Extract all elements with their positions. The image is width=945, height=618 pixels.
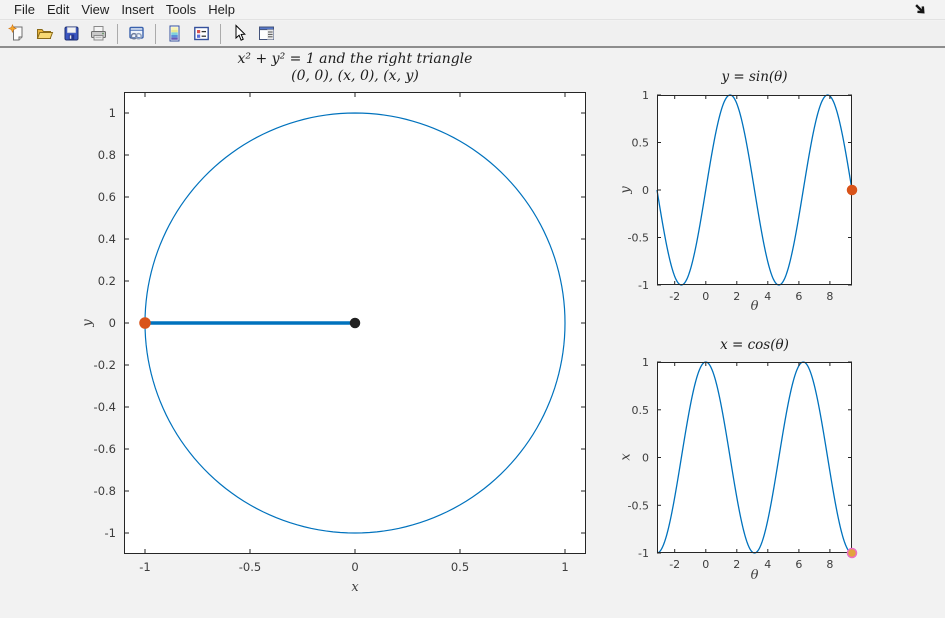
open-folder-button[interactable] [31,22,58,45]
main-plot-title-line1: x² + y² = 1 and the right triangle [124,51,586,68]
save-icon [62,24,81,43]
marker-origin-point[interactable] [351,319,360,328]
svg-text:-0.8: -0.8 [94,484,116,498]
sin-plot-axes[interactable]: -202468-1-0.500.51 [657,95,852,285]
main-plot-xlabel: x [124,580,586,595]
svg-text:-0.5: -0.5 [628,499,649,512]
plot-tools-icon [257,24,276,43]
print-button[interactable] [85,22,112,45]
cos-plot-ylabel: x [619,453,634,460]
svg-text:0.5: 0.5 [632,137,650,150]
marker-cos-theta-point[interactable] [848,549,857,558]
marker-sin-theta-point[interactable] [848,186,857,195]
insert-colorbar-button[interactable] [161,22,188,45]
link-plots-icon [127,24,146,43]
svg-text:0: 0 [109,316,116,330]
edit-plot-button[interactable] [226,22,253,45]
svg-text:-0.4: -0.4 [94,400,116,414]
insert-colorbar-icon [165,24,184,43]
mouse-cursor-icon [910,1,930,18]
svg-text:0.2: 0.2 [98,274,116,288]
menu-help[interactable]: Help [202,1,241,18]
new-document-button[interactable] [4,22,31,45]
svg-text:1: 1 [561,560,568,574]
toolbar-separator [117,24,118,44]
main-plot-ylabel: y [81,319,96,326]
plot-tools-button[interactable] [253,22,280,45]
svg-text:-1: -1 [638,547,649,560]
open-folder-icon [35,24,54,43]
sin-plot-title: y = sin(θ) [657,69,852,85]
cos-plot-axes[interactable]: -202468-1-0.500.51 [657,362,852,553]
svg-text:-0.5: -0.5 [239,560,261,574]
svg-text:0.8: 0.8 [98,148,116,162]
svg-text:-0.2: -0.2 [94,358,116,372]
menu-edit[interactable]: Edit [41,1,75,18]
marker-point-on-circle[interactable] [140,318,150,328]
figure-toolbar [0,21,945,48]
menu-file[interactable]: File [8,1,41,18]
menu-insert[interactable]: Insert [115,1,160,18]
cos-plot-xlabel: θ [657,568,852,583]
svg-text:1: 1 [642,89,649,102]
print-icon [89,24,108,43]
svg-text:0.4: 0.4 [98,232,116,246]
main-plot-axes[interactable]: -1-0.500.51-1-0.8-0.6-0.4-0.200.20.40.60… [124,92,586,554]
toolbar-separator [155,24,156,44]
svg-text:-1: -1 [105,526,116,540]
link-plots-button[interactable] [123,22,150,45]
new-document-icon [8,24,27,43]
svg-text:1: 1 [109,106,116,120]
menu-bar: File Edit View Insert Tools Help [0,0,945,20]
toolbar-separator [220,24,221,44]
main-plot-title: x² + y² = 1 and the right triangle (0, 0… [124,51,586,84]
svg-text:-1: -1 [638,279,649,292]
svg-text:0: 0 [642,184,649,197]
menu-view[interactable]: View [75,1,115,18]
svg-text:-1: -1 [139,560,150,574]
svg-text:0.6: 0.6 [98,190,116,204]
svg-text:0.5: 0.5 [632,404,650,417]
svg-text:0: 0 [642,452,649,465]
svg-text:1: 1 [642,356,649,369]
edit-plot-pointer-icon [230,24,249,43]
save-button[interactable] [58,22,85,45]
sin-plot-xlabel: θ [657,299,852,314]
sin-plot-ylabel: y [619,186,634,193]
svg-text:-0.6: -0.6 [94,442,116,456]
svg-text:-0.5: -0.5 [628,232,649,245]
main-plot-title-line2: (0, 0), (x, 0), (x, y) [124,68,586,85]
cos-plot-title: x = cos(θ) [657,337,852,353]
insert-legend-button[interactable] [188,22,215,45]
svg-text:0: 0 [351,560,358,574]
insert-legend-icon [192,24,211,43]
menu-tools[interactable]: Tools [160,1,202,18]
svg-text:0.5: 0.5 [451,560,469,574]
